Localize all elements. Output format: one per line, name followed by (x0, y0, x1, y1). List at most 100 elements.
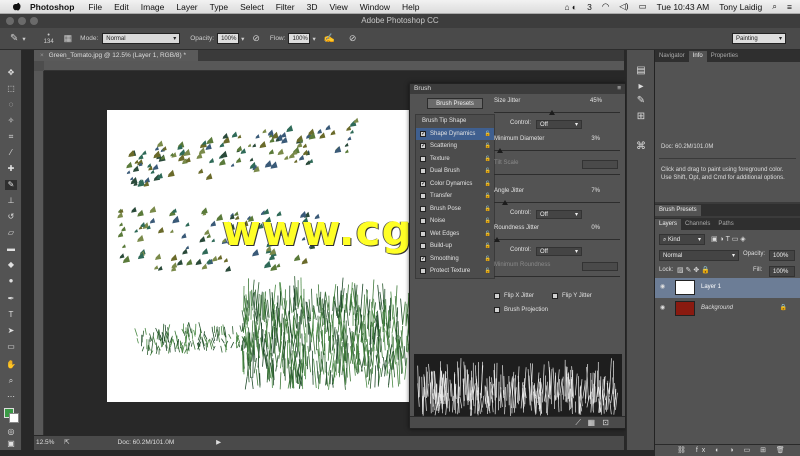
size-jitter-value[interactable]: 45% (590, 98, 602, 104)
menu-select[interactable]: Select (240, 2, 264, 12)
airbrush-icon[interactable]: ✍ (324, 33, 335, 44)
flip-x-checkbox[interactable] (494, 293, 500, 299)
lock-icon[interactable]: 🔓 (485, 240, 491, 253)
status-share-icon[interactable]: ⇱ (64, 439, 69, 446)
workspace-switcher[interactable]: Painting (732, 33, 786, 44)
brush-option-checkbox[interactable]: ✓ (420, 181, 426, 187)
marquee-tool-icon[interactable]: ⬚ (5, 84, 17, 94)
brush-projection-checkbox[interactable] (494, 307, 500, 313)
brush-option-checkbox[interactable] (420, 193, 426, 199)
stamp-tool-icon[interactable]: ⊥ (5, 196, 17, 206)
history-brush-tool-icon[interactable]: ↺ (5, 212, 17, 222)
actions-panel-icon[interactable]: ▸ (634, 80, 648, 94)
menu-help[interactable]: Help (402, 2, 419, 12)
roundness-control-select[interactable]: Off (536, 247, 582, 256)
lock-icon[interactable]: 🔓 (485, 215, 491, 228)
layer-name[interactable]: Background (701, 305, 733, 311)
fill-field[interactable]: 100% (769, 266, 795, 277)
brush-tip-shape-item[interactable]: Brush Tip Shape (416, 115, 494, 128)
pressure-opacity-icon[interactable]: ⊘ (252, 33, 260, 44)
layer-row[interactable]: ◉ Background 🔒 (655, 299, 800, 319)
brush-option-checkbox[interactable] (420, 218, 426, 224)
grid-icon[interactable]: ▦ (587, 418, 595, 427)
search-icon[interactable]: ⌕ (772, 1, 777, 12)
size-jitter-slider[interactable] (494, 110, 624, 116)
gradient-tool-icon[interactable]: ▬ (5, 244, 17, 254)
roundness-jitter-slider[interactable] (494, 237, 624, 243)
brush-option-item[interactable]: ✓Shape Dynamics🔓 (416, 128, 494, 141)
brush-option-item[interactable]: Texture🔓 (416, 153, 494, 166)
eye-icon[interactable]: ◉ (660, 283, 665, 290)
min-diameter-slider[interactable] (494, 148, 624, 154)
zoom-tool-icon[interactable]: ⌕ (5, 376, 17, 386)
angle-control-select[interactable]: Off (536, 210, 582, 219)
lock-icon[interactable]: 🔓 (485, 190, 491, 203)
pen-tool-icon[interactable]: ✒ (5, 294, 17, 304)
background-color-swatch[interactable] (9, 413, 19, 423)
menu-3d[interactable]: 3D (307, 2, 318, 12)
brush-option-item[interactable]: Brush Pose🔓 (416, 203, 494, 216)
healing-tool-icon[interactable]: ✚ (5, 164, 17, 174)
dodge-tool-icon[interactable]: ● (5, 276, 17, 286)
tab-brush-presets[interactable]: Brush Presets (655, 205, 701, 216)
wifi-icon[interactable]: ◠ (602, 1, 609, 12)
battery-icon[interactable]: ▭ (639, 1, 647, 12)
lock-icon[interactable]: 🔓 (485, 253, 491, 266)
menu-user[interactable]: Tony Laidig (719, 2, 762, 12)
menu-image[interactable]: Image (141, 2, 165, 12)
status-icons[interactable]: ⌂ ◐ (564, 2, 577, 12)
menu-layer[interactable]: Layer (176, 2, 197, 12)
menu-filter[interactable]: Filter (276, 2, 295, 12)
lock-icon[interactable]: 🔓 (485, 165, 491, 178)
roundness-jitter-value[interactable]: 0% (591, 225, 600, 231)
document-tab[interactable]: × Green_Tomato.jpg @ 12.5% (Layer 1, RGB… (34, 50, 198, 61)
brush-option-checkbox[interactable] (420, 243, 426, 249)
lock-icon[interactable]: 🔓 (485, 203, 491, 216)
history-panel-icon[interactable]: ▤ (634, 64, 648, 78)
menu-edit[interactable]: Edit (114, 2, 129, 12)
lock-icon[interactable]: 🔓 (485, 265, 491, 278)
notification-badge[interactable]: 3 (587, 2, 592, 12)
brush-option-checkbox[interactable] (420, 231, 426, 237)
layer-row[interactable]: ◉ Layer 1 (655, 278, 800, 298)
brush-option-item[interactable]: Wet Edges🔓 (416, 228, 494, 241)
brush-option-item[interactable]: Transfer🔓 (416, 190, 494, 203)
eye-icon[interactable]: ◉ (660, 304, 665, 311)
brush-picker[interactable]: • 134 (40, 32, 58, 45)
brush-panel-header[interactable]: Brush ≡ (410, 84, 625, 94)
zoom-level[interactable]: 12.5% (36, 439, 54, 446)
lock-icons[interactable]: ▨ ✎ ✥ 🔒 (677, 266, 710, 274)
quick-mask-icon[interactable]: ◎ (5, 427, 17, 437)
tab-properties[interactable]: Properties (707, 51, 742, 62)
eraser-tool-icon[interactable]: ▱ (5, 228, 17, 238)
min-diameter-knob[interactable] (497, 148, 503, 153)
tab-layers[interactable]: Layers (655, 219, 681, 230)
menu-view[interactable]: View (329, 2, 347, 12)
brush-option-item[interactable]: Dual Brush🔓 (416, 165, 494, 178)
apple-icon[interactable] (12, 2, 22, 12)
menu-app-name[interactable]: Photoshop (30, 2, 74, 12)
menu-window[interactable]: Window (360, 2, 390, 12)
size-jitter-knob[interactable] (549, 110, 555, 115)
brush-panel-icon[interactable]: ✎ (634, 94, 648, 108)
brush-tool-icon-2[interactable]: ✎ (5, 180, 17, 190)
extras-icon[interactable]: ⋯ (5, 392, 17, 402)
angle-jitter-knob[interactable] (502, 200, 508, 205)
ruler-origin[interactable] (34, 61, 44, 71)
brush-option-item[interactable]: Noise🔓 (416, 215, 494, 228)
brush-option-checkbox[interactable] (420, 206, 426, 212)
quick-select-tool-icon[interactable]: ✧ (5, 116, 17, 126)
lock-icon[interactable]: 🔓 (485, 153, 491, 166)
brush-presets-button[interactable]: Brush Presets (427, 98, 483, 109)
window-controls[interactable] (6, 17, 38, 25)
layer-name[interactable]: Layer 1 (701, 284, 721, 290)
move-tool-icon[interactable]: ✥ (5, 68, 17, 78)
new-brush-icon[interactable]: ⊡ (602, 418, 609, 427)
lock-icon[interactable]: 🔓 (485, 228, 491, 241)
brush-option-checkbox[interactable] (420, 156, 426, 162)
brush-option-checkbox[interactable]: ✓ (420, 131, 426, 137)
brush-option-checkbox[interactable]: ✓ (420, 256, 426, 262)
layer-filter-select[interactable]: ⌕ Kind (659, 234, 705, 245)
clone-source-icon[interactable]: ⊞ (634, 110, 648, 124)
opacity-dropdown-icon[interactable]: ▾ (241, 35, 244, 43)
